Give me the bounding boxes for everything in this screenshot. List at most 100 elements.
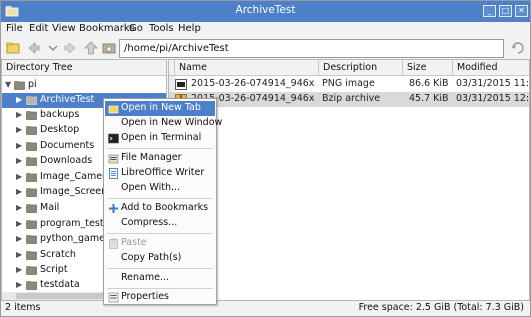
- minimize-icon[interactable]: _: [483, 5, 496, 17]
- toolbar: /home/pi/ArchiveTest: [1, 38, 530, 59]
- tree-item-label: Image_Screen: [40, 186, 108, 197]
- expand-arrow-icon[interactable]: ▶: [16, 203, 22, 212]
- expand-arrow-icon[interactable]: ▶: [16, 219, 22, 228]
- menu-item-open-in-terminal[interactable]: Open in Terminal: [105, 131, 215, 146]
- menu-item-label: Open With...: [121, 182, 181, 193]
- menu-tools[interactable]: Tools: [149, 23, 174, 34]
- collapse-arrow-icon[interactable]: ▼: [5, 80, 11, 89]
- menu-item-label: Open in New Tab: [121, 102, 201, 113]
- tree-item-label: Image_Camera: [40, 171, 112, 182]
- path-input[interactable]: /home/pi/ArchiveTest: [119, 39, 504, 58]
- tree-item-pi[interactable]: ▼ pi: [2, 78, 166, 93]
- menu-item-open-with[interactable]: Open With...: [105, 181, 215, 196]
- menu-item-libreoffice-writer[interactable]: LibreOffice Writer: [105, 166, 215, 181]
- menu-go[interactable]: Go: [129, 23, 143, 34]
- menu-bar: File Edit View Bookmarks Go Tools Help: [1, 22, 530, 37]
- tree-item-label: ArchiveTest: [40, 94, 95, 105]
- folder-icon: [26, 188, 37, 197]
- tree-item-label: testdata: [40, 279, 80, 290]
- expand-arrow-icon[interactable]: ▶: [16, 110, 22, 119]
- tree-item-label: program_test: [40, 218, 104, 229]
- new-tab-icon: [108, 105, 119, 114]
- menu-item-label: Copy Path(s): [121, 252, 182, 263]
- menu-item-rename[interactable]: Rename...: [105, 271, 215, 286]
- menu-file[interactable]: File: [6, 23, 23, 34]
- tree-item-label: pi: [28, 79, 37, 90]
- folder-icon: [14, 81, 25, 90]
- close-icon[interactable]: ✕: [515, 5, 528, 17]
- menu-item-add-to-bookmarks[interactable]: Add to Bookmarks: [105, 201, 215, 216]
- menu-item-file-manager[interactable]: File Manager: [105, 151, 215, 166]
- tree-item-label: Scratch: [40, 249, 76, 260]
- menu-view[interactable]: View: [52, 23, 76, 34]
- history-dropdown-icon[interactable]: [45, 40, 61, 56]
- up-icon[interactable]: [83, 40, 99, 56]
- expand-arrow-icon[interactable]: ▶: [16, 95, 22, 104]
- menu-item-label: Rename...: [121, 272, 170, 283]
- file-size: 45.7 KiB: [409, 93, 449, 104]
- file-modified: 03/31/2015 11:50: [456, 78, 529, 89]
- back-icon[interactable]: [25, 40, 41, 56]
- menu-item-compress[interactable]: Compress...: [105, 216, 215, 231]
- home-icon[interactable]: [101, 40, 117, 56]
- menu-item-copy-paths[interactable]: Copy Path(s): [105, 251, 215, 266]
- menu-bookmarks[interactable]: Bookmarks: [79, 23, 135, 34]
- menu-item-open-in-new-tab[interactable]: Open in New Tab: [105, 101, 215, 116]
- expand-arrow-icon[interactable]: ▶: [16, 172, 22, 181]
- menu-item-label: Properties: [121, 291, 170, 302]
- menu-item-paste[interactable]: Paste: [105, 236, 215, 251]
- expand-arrow-icon[interactable]: ▶: [16, 280, 22, 289]
- image-file-icon: [175, 79, 187, 90]
- column-header-name[interactable]: Name: [175, 60, 319, 76]
- expand-arrow-icon[interactable]: ▶: [16, 234, 22, 243]
- folder-icon: [26, 251, 37, 260]
- menu-help[interactable]: Help: [178, 23, 201, 34]
- folder-icon: [26, 126, 37, 135]
- folder-icon: [26, 96, 37, 105]
- menu-item-label: Open in New Window: [121, 117, 223, 128]
- folder-icon: [26, 235, 37, 244]
- folder-icon: [26, 142, 37, 151]
- file-list-pane: Name Description Size Modified 2015-03-2…: [168, 59, 530, 301]
- libreoffice-writer-icon: [109, 168, 118, 179]
- expand-arrow-icon[interactable]: ▶: [16, 156, 22, 165]
- expand-arrow-icon[interactable]: ▶: [16, 141, 22, 150]
- column-header-description[interactable]: Description: [319, 60, 403, 76]
- folder-icon: [26, 173, 37, 182]
- menu-item-open-in-new-window[interactable]: Open in New Window: [105, 116, 222, 131]
- tree-item-label: Desktop: [40, 124, 80, 135]
- file-manager-window: ArchiveTest _ □ ✕ File Edit View Bookmar…: [0, 0, 531, 317]
- tree-item-label: Downloads: [40, 155, 93, 166]
- expand-arrow-icon[interactable]: ▶: [16, 250, 22, 259]
- tree-item-label: Mail: [40, 202, 60, 213]
- menu-item-label: Add to Bookmarks: [121, 202, 209, 213]
- context-menu: Open in New Tab Open in New Window Open …: [103, 98, 222, 305]
- menu-separator: [107, 268, 213, 269]
- folder-icon: [26, 220, 37, 229]
- forward-icon[interactable]: [63, 40, 79, 56]
- menu-separator: [107, 148, 213, 149]
- expand-arrow-icon[interactable]: ▶: [16, 265, 22, 274]
- menu-item-properties[interactable]: Properties: [105, 290, 215, 305]
- folder-icon: [26, 266, 37, 275]
- menu-item-label: LibreOffice Writer: [121, 167, 205, 178]
- file-size: 86.6 KiB: [409, 78, 449, 89]
- tree-item-label: python_games: [40, 233, 110, 244]
- free-space: Free space: 2.5 GiB (Total: 7.3 GiB): [358, 302, 524, 313]
- new-tab-icon[interactable]: [5, 40, 21, 56]
- menu-edit[interactable]: Edit: [29, 23, 48, 34]
- file-row[interactable]: 2015-03-26-074914_946x466_s PNG image 86…: [169, 77, 529, 92]
- menu-separator: [107, 288, 213, 289]
- status-bar: 2 items Free space: 2.5 GiB (Total: 7.3 …: [1, 301, 530, 316]
- folder-icon: [26, 281, 37, 290]
- file-modified: 03/31/2015 12:02: [456, 93, 529, 104]
- expand-arrow-icon[interactable]: ▶: [16, 187, 22, 196]
- tree-item-label: Documents: [40, 140, 95, 151]
- file-row[interactable]: 2015-03-26-074914_946x466_s Bzip archive…: [169, 92, 529, 107]
- column-header-size[interactable]: Size: [403, 60, 453, 76]
- file-name: 2015-03-26-074914_946x466_s: [191, 78, 315, 89]
- maximize-icon[interactable]: □: [499, 5, 512, 17]
- column-header-modified[interactable]: Modified: [453, 60, 529, 76]
- go-icon[interactable]: [510, 40, 526, 56]
- expand-arrow-icon[interactable]: ▶: [16, 125, 22, 134]
